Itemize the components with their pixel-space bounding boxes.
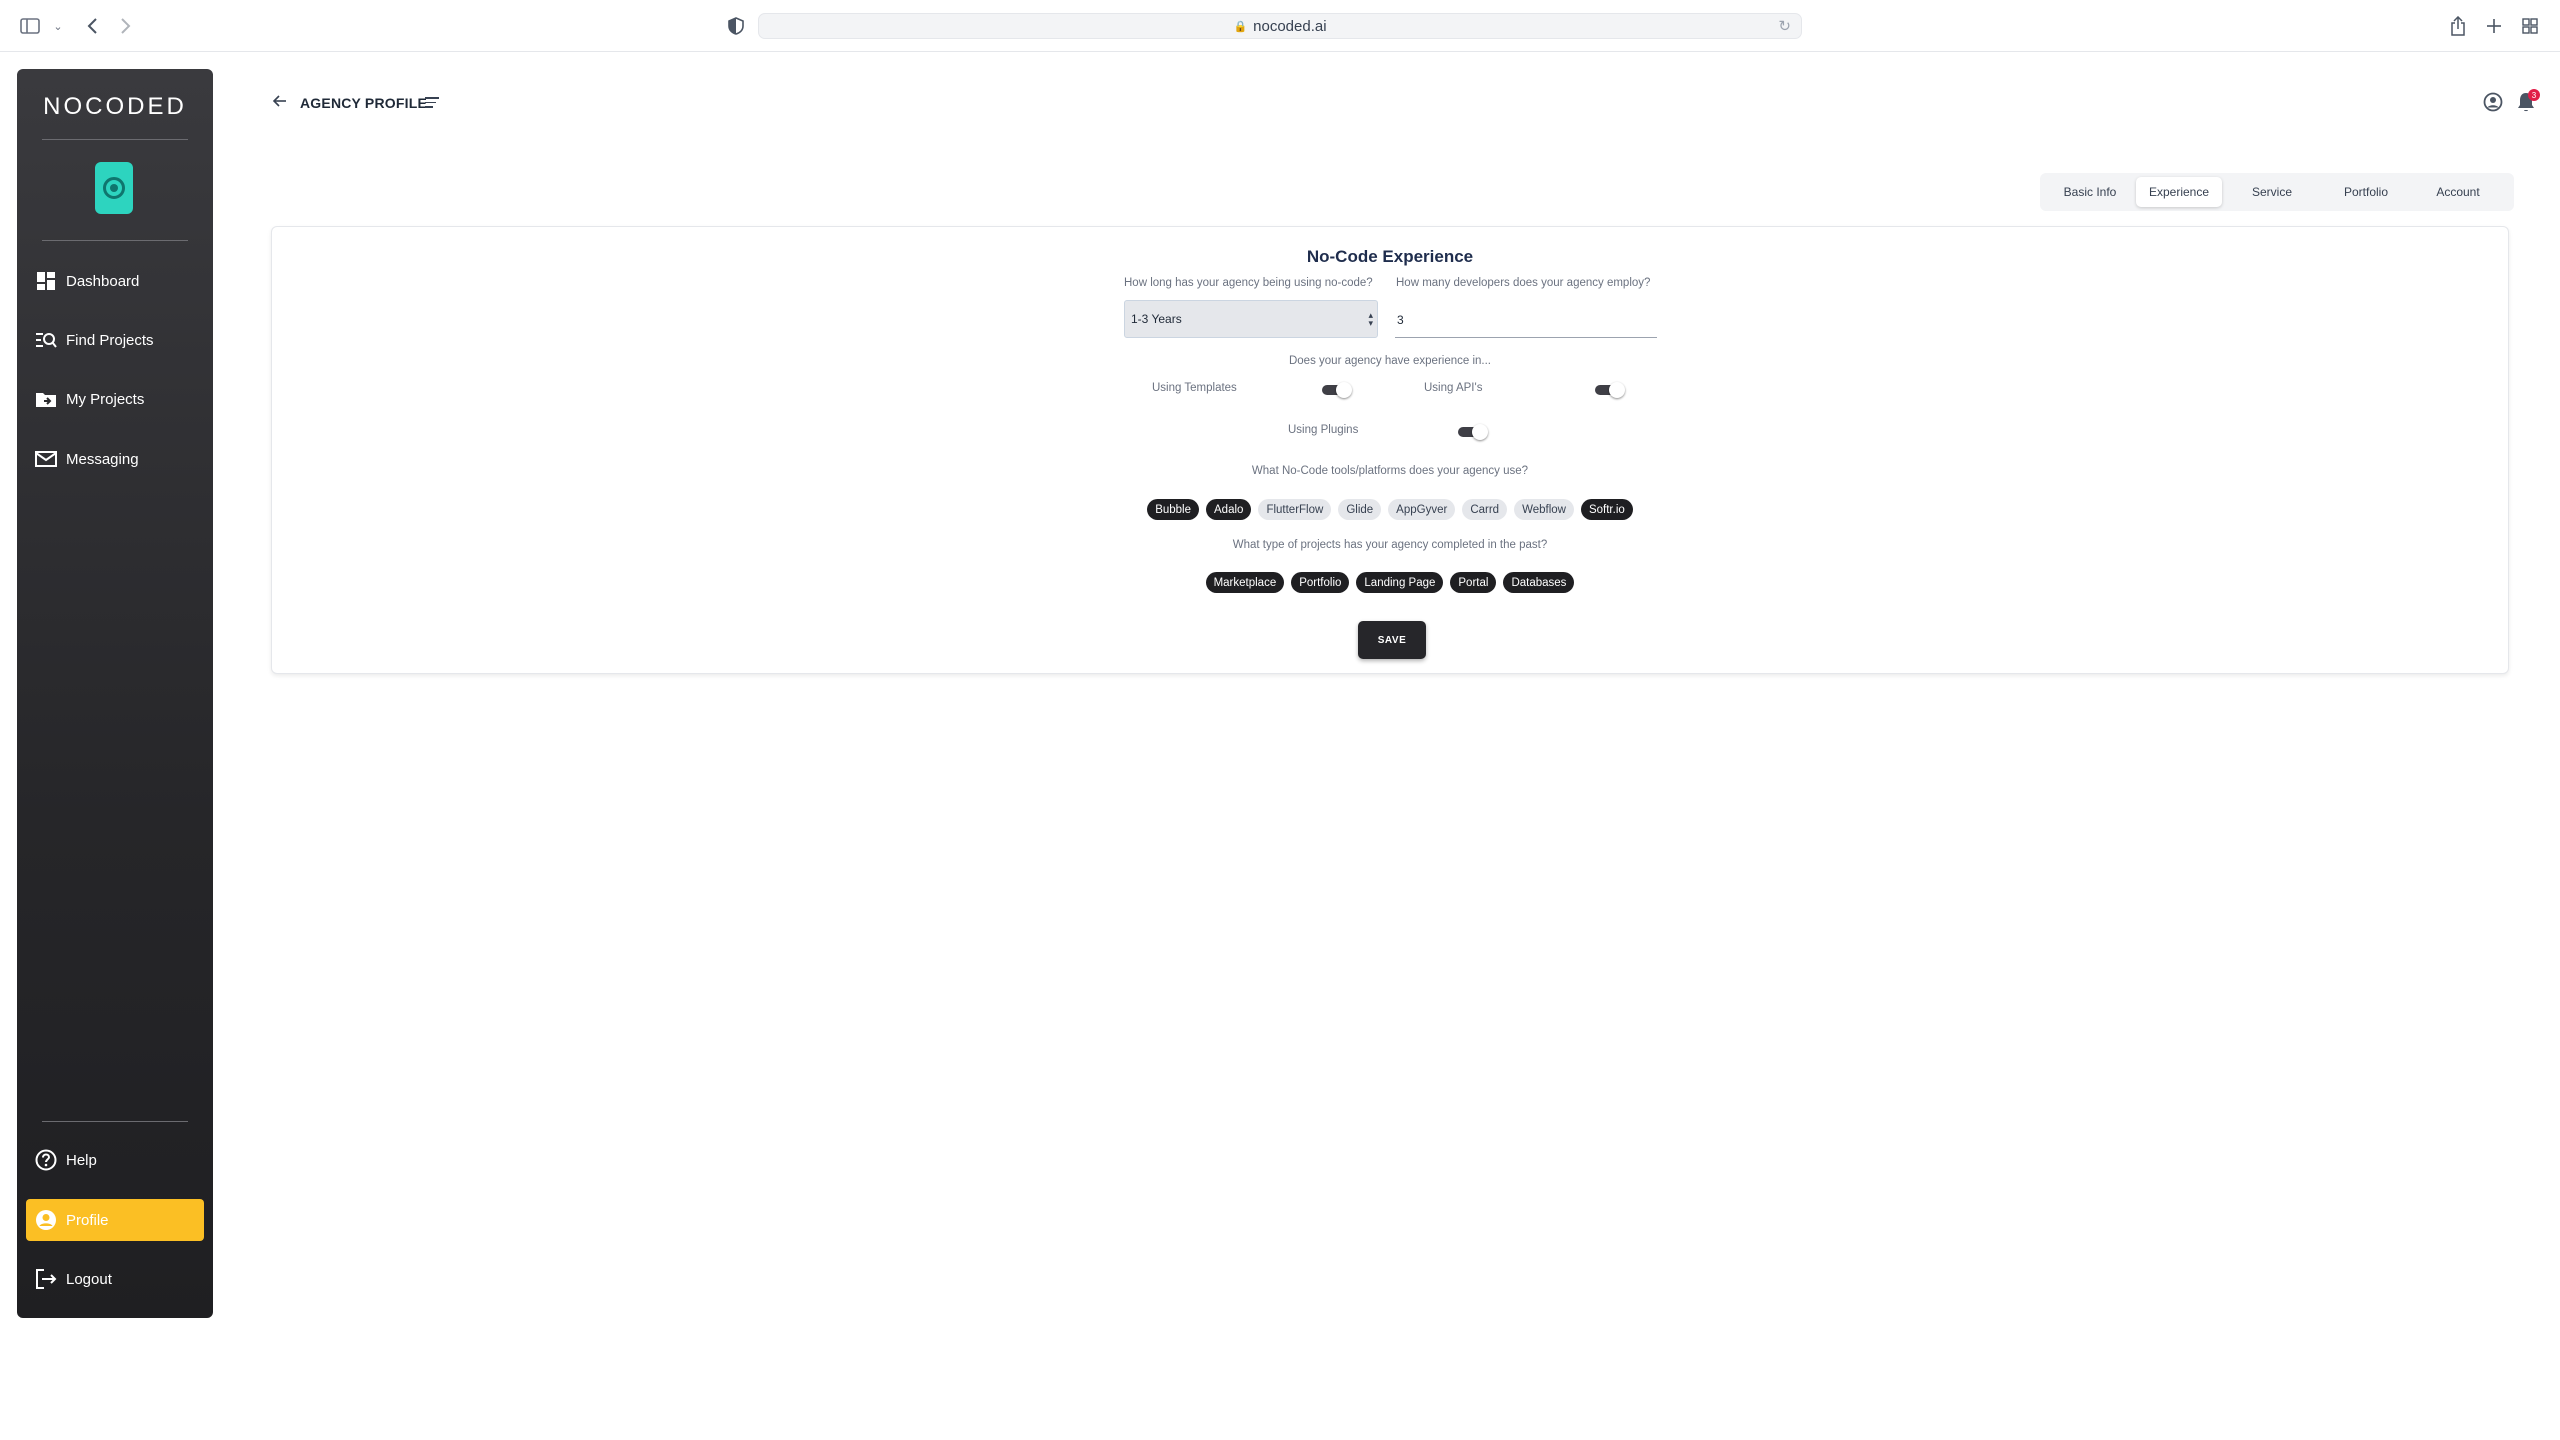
toggle-label-templates: Using Templates — [1152, 382, 1237, 394]
sidebar-item-help[interactable]: Help — [26, 1139, 204, 1181]
tab-experience[interactable]: Experience — [2136, 177, 2222, 207]
chip-appgyver[interactable]: AppGyver — [1388, 499, 1456, 520]
chip-glide[interactable]: Glide — [1338, 499, 1382, 520]
menu-icon[interactable] — [425, 94, 441, 110]
reload-icon[interactable]: ↻ — [1778, 17, 1791, 35]
share-icon[interactable] — [2446, 14, 2470, 38]
brand-logo[interactable]: NOCODED — [17, 93, 213, 121]
chip-portfolio[interactable]: Portfolio — [1291, 572, 1350, 593]
years-select[interactable]: 1-3 Years ▴ ▾ — [1124, 300, 1378, 338]
divider — [42, 240, 188, 241]
sidebar-item-label: Help — [66, 1151, 97, 1169]
logout-icon — [26, 1268, 66, 1290]
toggle-templates[interactable] — [1322, 382, 1352, 398]
my-projects-icon — [26, 390, 66, 408]
chip-softr[interactable]: Softr.io — [1580, 499, 1633, 520]
find-projects-icon — [26, 331, 66, 349]
sidebar-item-label: Messaging — [66, 450, 139, 468]
tab-service[interactable]: Service — [2222, 177, 2322, 207]
sidebar-item-label: Dashboard — [66, 272, 140, 290]
chip-marketplace[interactable]: Marketplace — [1205, 572, 1285, 593]
toggle-apis[interactable] — [1595, 382, 1625, 398]
sidebar-toggle-icon[interactable] — [18, 14, 42, 38]
chip-webflow[interactable]: Webflow — [1514, 499, 1574, 520]
url-text: nocoded.ai — [1253, 17, 1327, 35]
sidebar-item-profile[interactable]: Profile — [26, 1199, 204, 1241]
browser-toolbar: ⌄ 🔒 nocoded.ai ↻ — [0, 0, 2560, 52]
chip-flutterflow[interactable]: FlutterFlow — [1258, 499, 1332, 520]
forward-icon[interactable] — [114, 14, 138, 38]
sidebar-item-label: My Projects — [66, 390, 145, 408]
sidebar-item-label: Profile — [66, 1211, 109, 1229]
sidebar-item-dashboard[interactable]: Dashboard — [26, 260, 204, 302]
chip-bubble[interactable]: Bubble — [1147, 499, 1200, 520]
toggle-label-apis: Using API's — [1424, 382, 1483, 394]
chip-databases[interactable]: Databases — [1503, 572, 1575, 593]
toggle-label-plugins: Using Plugins — [1288, 424, 1359, 436]
tab-basic-info[interactable]: Basic Info — [2044, 177, 2136, 207]
sidebar-item-logout[interactable]: Logout — [26, 1258, 204, 1300]
tab-overview-icon[interactable] — [2518, 14, 2542, 38]
chip-portal[interactable]: Portal — [1450, 572, 1497, 593]
chip-carrd[interactable]: Carrd — [1462, 499, 1508, 520]
tools-chip-group: Bubble Adalo FlutterFlow Glide AppGyver … — [272, 499, 2508, 520]
page-title: AGENCY PROFILE — [300, 95, 428, 111]
new-tab-icon[interactable] — [2482, 14, 2506, 38]
user-account-icon[interactable] — [2483, 92, 2503, 112]
divider — [42, 1121, 188, 1122]
dashboard-icon — [26, 271, 66, 291]
chip-adalo[interactable]: Adalo — [1206, 499, 1252, 520]
chevron-down-icon[interactable]: ⌄ — [46, 14, 70, 38]
projects-question: What type of projects has your agency co… — [1232, 539, 1548, 551]
back-arrow-icon[interactable] — [272, 93, 288, 114]
years-label: How long has your agency being using no-… — [1124, 277, 1373, 289]
project-types-chip-group: Marketplace Portfolio Landing Page Porta… — [272, 572, 2508, 593]
sidebar-item-my-projects[interactable]: My Projects — [26, 378, 204, 420]
sidebar-item-label: Find Projects — [66, 331, 154, 349]
section-title: No-Code Experience — [1306, 247, 1474, 266]
tab-portfolio[interactable]: Portfolio — [2322, 177, 2410, 207]
lock-icon: 🔒 — [1233, 20, 1248, 33]
sidebar-item-find-projects[interactable]: Find Projects — [26, 319, 204, 361]
toggle-plugins[interactable] — [1458, 424, 1488, 440]
chip-landing-page[interactable]: Landing Page — [1356, 572, 1444, 593]
sidebar-item-messaging[interactable]: Messaging — [26, 438, 204, 480]
divider — [42, 139, 188, 140]
save-button[interactable]: SAVE — [1358, 621, 1426, 659]
notification-badge: 3 — [2528, 89, 2540, 101]
experience-card: No-Code Experience How long has your age… — [271, 226, 2509, 674]
tools-question: What No-Code tools/platforms does your a… — [1251, 465, 1529, 477]
address-bar[interactable]: 🔒 nocoded.ai ↻ — [758, 13, 1802, 39]
profile-icon — [26, 1209, 66, 1231]
developers-label: How many developers does your agency emp… — [1396, 277, 1651, 289]
experience-question: Does your agency have experience in... — [1288, 355, 1491, 367]
select-caret-icon: ▴ ▾ — [1368, 310, 1373, 328]
tab-account[interactable]: Account — [2410, 177, 2506, 207]
back-icon[interactable] — [80, 14, 104, 38]
messaging-icon — [26, 450, 66, 468]
agency-avatar[interactable] — [95, 162, 133, 214]
profile-tabs: Basic Info Experience Service Portfolio … — [2040, 173, 2514, 211]
help-icon — [26, 1149, 66, 1171]
developers-input[interactable]: 3 — [1395, 302, 1657, 338]
privacy-shield-icon[interactable] — [724, 14, 748, 38]
sidebar-item-label: Logout — [66, 1270, 112, 1288]
sidebar: NOCODED Dashboard Find Projects My Proje… — [17, 69, 213, 1318]
